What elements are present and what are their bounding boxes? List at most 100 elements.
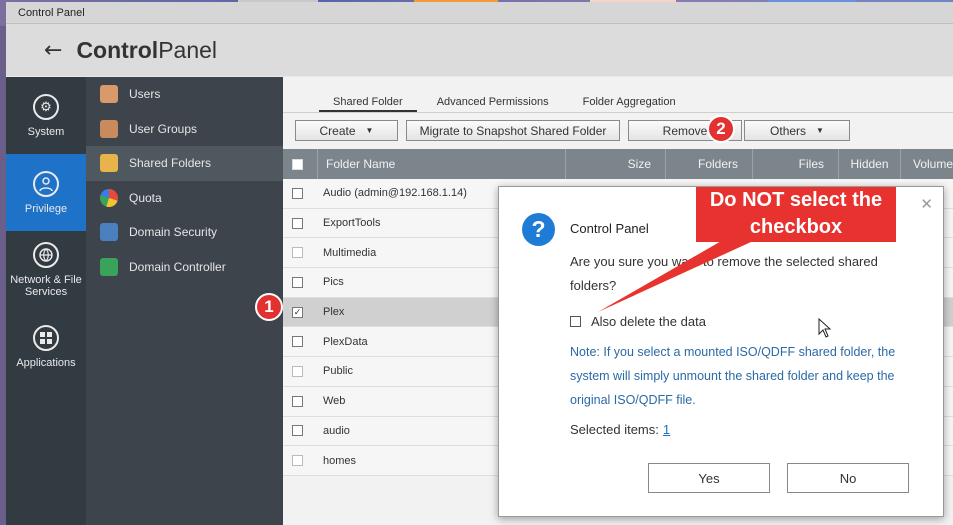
dialog-title: Control Panel bbox=[570, 221, 649, 236]
toolbar: Create ▼ Migrate to Snapshot Shared Folde… bbox=[295, 120, 850, 141]
quota-icon bbox=[100, 188, 118, 207]
table-header: Folder Name Size Folders Files Hidden Vo… bbox=[283, 149, 953, 179]
row-checkbox[interactable]: ✓ bbox=[292, 306, 303, 318]
submenu-label: User Groups bbox=[129, 121, 198, 136]
column-label: Hidden bbox=[850, 157, 889, 171]
domain-security-icon bbox=[100, 223, 118, 242]
submenu-quota[interactable]: Quota bbox=[86, 181, 283, 216]
folder-name: Audio (admin@192.168.1.14) bbox=[323, 187, 467, 200]
yes-button[interactable]: Yes bbox=[648, 463, 770, 493]
column-volume[interactable]: Volume bbox=[901, 149, 953, 179]
select-all-cell bbox=[283, 149, 318, 179]
folder-name: PlexData bbox=[323, 335, 368, 348]
back-arrow-icon[interactable]: ← bbox=[44, 38, 62, 63]
category-label: System bbox=[27, 125, 65, 138]
user-group-icon bbox=[100, 119, 118, 138]
others-label: Others bbox=[770, 123, 807, 138]
folder-name: homes bbox=[323, 454, 357, 467]
remove-label: Remove bbox=[662, 123, 708, 138]
submenu-users[interactable]: Users bbox=[86, 77, 283, 112]
create-button[interactable]: Create ▼ bbox=[295, 120, 398, 141]
row-checkbox[interactable] bbox=[292, 425, 303, 437]
tab-bar: Shared Folder Advanced Permissions Folde… bbox=[319, 95, 690, 113]
submenu-label: Domain Security bbox=[129, 225, 218, 240]
no-button[interactable]: No bbox=[787, 463, 909, 493]
user-icon bbox=[33, 170, 59, 197]
annotation-callout: Do NOT select the checkbox bbox=[696, 187, 896, 242]
page-title: ControlPanel bbox=[76, 36, 218, 63]
others-button[interactable]: Others ▼ bbox=[744, 120, 850, 141]
window-title: Control Panel bbox=[18, 6, 85, 19]
window-titlebar: Control Panel bbox=[6, 2, 953, 24]
dialog-message: Are you sure you want to remove the sele… bbox=[570, 254, 878, 293]
submenu-label: Users bbox=[129, 87, 161, 102]
tab-folder-aggregation[interactable]: Folder Aggregation bbox=[569, 95, 690, 112]
category-applications[interactable]: Applications bbox=[6, 308, 86, 385]
delete-data-checkbox[interactable] bbox=[570, 316, 581, 327]
submenu-shared-folders[interactable]: Shared Folders bbox=[86, 146, 283, 181]
question-icon: ? bbox=[522, 213, 555, 246]
caret-down-icon: ▼ bbox=[816, 126, 824, 135]
privilege-submenu: Users User Groups Shared Folders Quota D… bbox=[86, 77, 283, 525]
category-privilege[interactable]: Privilege bbox=[6, 154, 86, 231]
grid-icon bbox=[33, 324, 59, 351]
row-checkbox[interactable] bbox=[292, 365, 303, 377]
submenu-domain-controller[interactable]: Domain Controller bbox=[86, 250, 283, 285]
submenu-label: Quota bbox=[129, 190, 162, 205]
selected-items: Selected items: 1 bbox=[570, 422, 670, 437]
folder-name: audio bbox=[323, 424, 350, 437]
tab-advanced-permissions[interactable]: Advanced Permissions bbox=[423, 95, 563, 112]
category-network-file-services[interactable]: Network & File Services bbox=[6, 231, 86, 308]
column-label: Files bbox=[798, 157, 824, 171]
row-checkbox[interactable] bbox=[292, 187, 303, 199]
column-label: Folders bbox=[697, 157, 738, 171]
delete-data-label: Also delete the data bbox=[591, 314, 706, 329]
row-checkbox[interactable] bbox=[292, 247, 303, 259]
column-folders[interactable]: Folders bbox=[666, 149, 753, 179]
category-label: Privilege bbox=[24, 202, 68, 215]
mouse-cursor-icon bbox=[818, 318, 832, 338]
column-hidden[interactable]: Hidden bbox=[839, 149, 901, 179]
category-system[interactable]: ⚙ System bbox=[6, 77, 86, 154]
row-checkbox[interactable] bbox=[292, 276, 303, 288]
migrate-snapshot-button[interactable]: Migrate to Snapshot Shared Folder bbox=[406, 120, 620, 141]
category-label: Network & File Services bbox=[10, 273, 82, 298]
category-label: Applications bbox=[16, 356, 76, 369]
globe-icon bbox=[33, 241, 59, 268]
folder-name: Plex bbox=[323, 306, 345, 319]
folder-name: Pics bbox=[323, 276, 344, 289]
delete-data-option[interactable]: Also delete the data bbox=[570, 314, 706, 329]
gear-icon: ⚙ bbox=[33, 93, 59, 120]
category-sidebar: ⚙ System Privilege Network & File Servic… bbox=[6, 77, 86, 525]
submenu-user-groups[interactable]: User Groups bbox=[86, 112, 283, 147]
column-size[interactable]: Size bbox=[566, 149, 666, 179]
tab-shared-folder[interactable]: Shared Folder bbox=[319, 95, 417, 112]
migrate-label: Migrate to Snapshot Shared Folder bbox=[419, 123, 607, 138]
row-checkbox[interactable] bbox=[292, 336, 303, 348]
folder-name: Public bbox=[323, 365, 353, 378]
submenu-label: Domain Controller bbox=[129, 259, 226, 274]
column-folder-name[interactable]: Folder Name bbox=[318, 149, 566, 179]
select-all-checkbox[interactable] bbox=[292, 158, 303, 170]
close-icon[interactable]: ✕ bbox=[920, 195, 933, 213]
column-files[interactable]: Files bbox=[753, 149, 839, 179]
selected-items-link[interactable]: 1 bbox=[663, 422, 670, 437]
user-icon bbox=[100, 85, 118, 104]
submenu-label: Shared Folders bbox=[129, 156, 212, 171]
submenu-domain-security[interactable]: Domain Security bbox=[86, 215, 283, 250]
tab-divider bbox=[283, 112, 953, 113]
folder-name: Multimedia bbox=[323, 246, 377, 259]
app-header: ← ControlPanel bbox=[6, 24, 953, 76]
create-label: Create bbox=[319, 123, 356, 138]
folder-icon bbox=[100, 154, 118, 173]
selected-items-label: Selected items: bbox=[570, 422, 659, 437]
dialog-note: Note: If you select a mounted ISO/QDFF s… bbox=[570, 345, 896, 407]
row-checkbox[interactable] bbox=[292, 217, 303, 229]
column-label: Volume bbox=[913, 157, 953, 171]
row-checkbox[interactable] bbox=[292, 395, 303, 407]
caret-down-icon: ▼ bbox=[365, 126, 374, 135]
column-label: Size bbox=[627, 157, 651, 171]
column-label: Folder Name bbox=[326, 157, 396, 171]
row-checkbox[interactable] bbox=[292, 455, 303, 467]
folder-name: ExportTools bbox=[323, 217, 381, 230]
